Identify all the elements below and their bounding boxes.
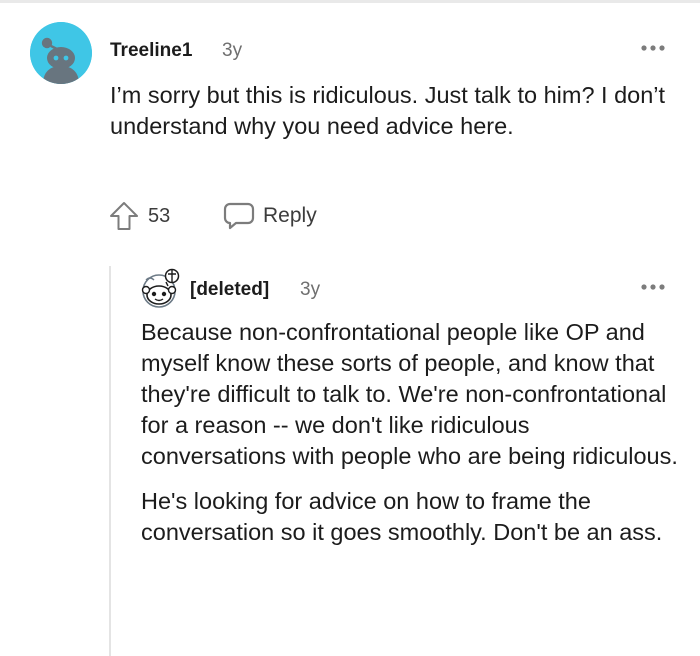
snoo-icon bbox=[30, 22, 92, 84]
reply-author[interactable]: [deleted] bbox=[190, 279, 269, 301]
more-options-icon[interactable] bbox=[637, 36, 669, 60]
vote-score: 53 bbox=[148, 205, 171, 227]
top-divider bbox=[0, 0, 700, 3]
reply-body: Because non-confrontational people like … bbox=[141, 317, 681, 562]
speech-bubble-icon[interactable] bbox=[222, 201, 256, 231]
comment-body: I’m sorry but this is ridiculous. Just t… bbox=[110, 82, 666, 139]
reply-age: 3y bbox=[300, 279, 321, 300]
user-avatar[interactable] bbox=[30, 22, 92, 84]
deleted-user-avatar bbox=[140, 268, 182, 308]
reply-button[interactable]: Reply bbox=[263, 204, 317, 228]
more-options-icon[interactable] bbox=[637, 275, 669, 299]
comment-actions: 53 Reply bbox=[108, 200, 368, 232]
comment-author[interactable]: Treeline1 bbox=[110, 40, 192, 62]
reply-paragraph: Because non-confrontational people like … bbox=[141, 319, 678, 469]
reply-paragraph: He's looking for advice on how to frame … bbox=[141, 488, 663, 545]
upvote-arrow-icon[interactable] bbox=[108, 200, 140, 232]
thread-line[interactable] bbox=[109, 266, 111, 656]
comment-age: 3y bbox=[222, 40, 243, 61]
